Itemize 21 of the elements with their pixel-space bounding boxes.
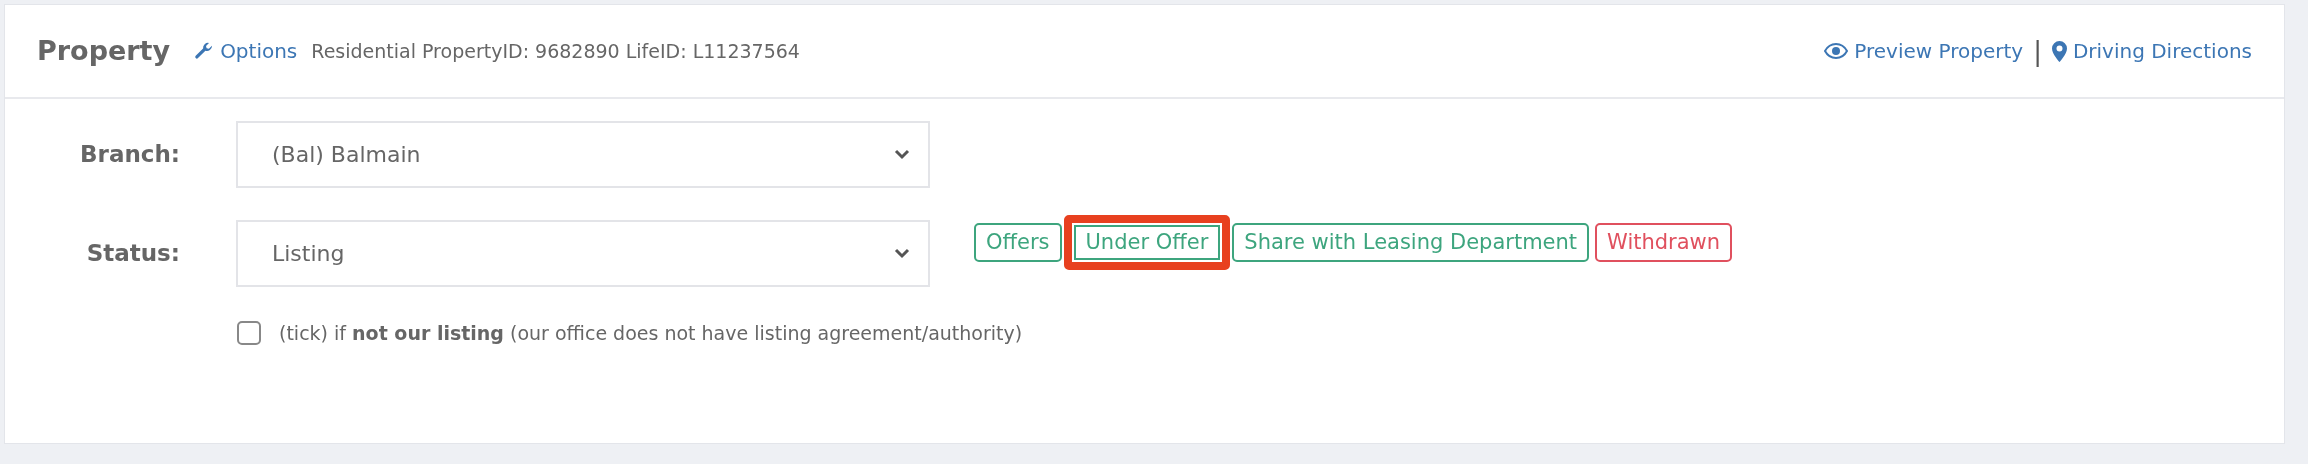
field-label: Status: — [85, 239, 180, 269]
chevron-down-icon — [894, 248, 910, 259]
options-link[interactable]: Options — [194, 36, 298, 66]
section-title: Property — [37, 33, 171, 68]
select-field[interactable]: Listing — [236, 220, 930, 287]
checkbox[interactable] — [237, 321, 261, 346]
preview-link[interactable]: Preview Property — [1824, 36, 2024, 66]
field-label: Branch: — [79, 140, 180, 170]
separator: | — [2033, 34, 2042, 69]
chevron-down-icon — [894, 149, 910, 160]
eye-icon — [1824, 43, 1849, 59]
select-field[interactable]: (Bal) Balmain — [236, 121, 930, 188]
property-ids: Residential PropertyID: 9682890 LifeID: L11237564 — [311, 38, 800, 64]
status-button[interactable]: Under Offer — [1063, 215, 1231, 270]
checkbox-label: (tick) if not our listing (our office does not have listing agreement/authority) — [279, 321, 1023, 346]
wrench-icon — [194, 41, 215, 61]
directions-link[interactable]: Driving Directions — [2051, 36, 2252, 66]
status-button[interactable]: Withdrawn — [1595, 223, 1733, 262]
status-button[interactable]: Share with Leasing Department — [1232, 223, 1590, 262]
status-button[interactable]: Offers — [974, 223, 1062, 262]
map-pin-icon — [2051, 40, 2067, 62]
